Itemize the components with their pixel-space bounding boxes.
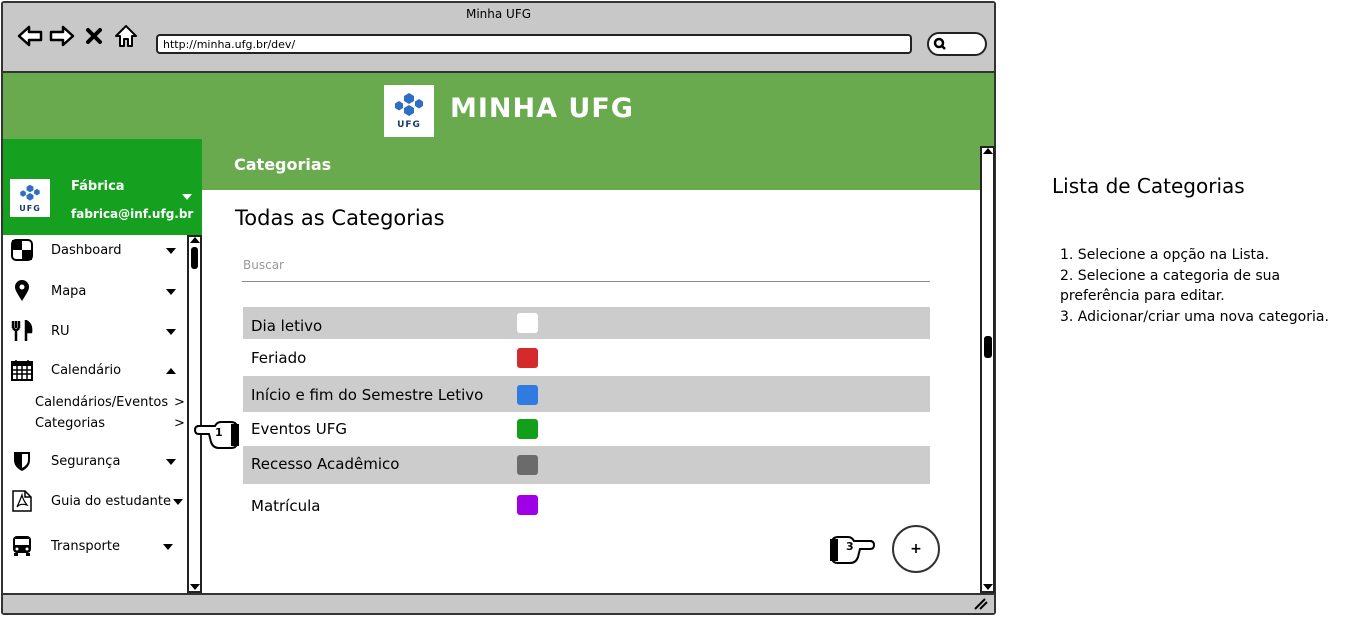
sidebar-subitem-calendarios-eventos[interactable]: Calendários/Eventos > (35, 395, 187, 415)
chevron-down-icon (166, 459, 176, 465)
pointer-hand-icon: 1 (193, 412, 243, 456)
chevron-right-icon: > (174, 395, 185, 410)
category-color-swatch (517, 348, 538, 368)
app-title: MINHA UFG (450, 93, 634, 124)
close-x-icon[interactable] (81, 23, 107, 49)
category-row[interactable]: Eventos UFG (243, 412, 930, 446)
chevron-down-icon (166, 329, 176, 335)
sidebar-item-label: Calendário (51, 363, 122, 378)
subitem-label: Calendários/Eventos (35, 395, 169, 410)
sidebar-item-ru[interactable]: RU (3, 316, 187, 346)
forward-arrow-icon[interactable] (49, 23, 75, 49)
sidebar-item-dashboard[interactable]: Dashboard (3, 235, 187, 265)
browser-status-bar (3, 593, 994, 613)
search-input[interactable] (242, 248, 930, 282)
chevron-right-icon: > (174, 416, 185, 431)
sidebar-item-label: Transporte (51, 539, 120, 554)
subitem-label: Categorias (35, 416, 106, 431)
sidebar-subitem-categorias[interactable]: Categorias > (35, 416, 187, 436)
shield-icon (11, 450, 33, 472)
app-header: UFG MINHA UFG (3, 73, 994, 146)
category-color-swatch (517, 385, 538, 405)
dashboard-icon (11, 239, 33, 261)
annotation-title: Lista de Categorias (1052, 174, 1245, 198)
map-pin-icon (11, 280, 33, 302)
step-marker-1: 1 (215, 426, 223, 439)
home-icon[interactable] (113, 23, 139, 49)
page-title: Todas as Categorias (235, 206, 445, 230)
user-profile[interactable]: UFG Fábrica fabrica@inf.ufg.br (3, 139, 202, 235)
scroll-down-icon[interactable] (983, 584, 993, 590)
category-name: Feriado (251, 349, 307, 367)
scroll-down-icon[interactable] (190, 584, 200, 590)
annotation-steps: 1. Selecione a opção na Lista. 2. Seleci… (1060, 245, 1330, 327)
chevron-down-icon (173, 499, 183, 505)
page-header-bar: Categorias (202, 146, 980, 190)
profile-email: fabrica@inf.ufg.br (71, 207, 194, 221)
sidebar-item-label: RU (51, 324, 70, 339)
scroll-up-icon[interactable] (983, 148, 993, 154)
scrollbar-thumb[interactable] (191, 247, 198, 269)
calendar-icon (11, 359, 33, 381)
category-color-swatch (517, 495, 538, 515)
logo-text: UFG (19, 203, 41, 213)
sidebar-item-seguranca[interactable]: Segurança (3, 446, 187, 476)
url-bar[interactable]: http://minha.ufg.br/dev/ (156, 34, 912, 54)
category-color-swatch (517, 313, 538, 333)
resize-grip-icon[interactable] (974, 598, 988, 610)
annotation-step: 1. Selecione a opção na Lista. (1060, 247, 1270, 263)
annotation-step: 2. Selecione a categoria de sua preferên… (1060, 267, 1281, 305)
category-row[interactable]: Matrícula (243, 484, 930, 526)
window-title: Minha UFG (465, 7, 532, 21)
add-category-button[interactable]: + (892, 525, 940, 573)
chevron-up-icon (166, 368, 176, 374)
profile-name: Fábrica (71, 179, 125, 194)
category-name: Início e fim do Semestre Letivo (251, 386, 484, 404)
sidebar-item-guia-do-estudante[interactable]: Guia do estudante (3, 486, 187, 516)
category-row[interactable]: Início e fim do Semestre Letivo (243, 376, 930, 412)
category-row[interactable]: Feriado (243, 339, 930, 376)
ufg-logo-icon (20, 184, 40, 201)
chevron-down-icon (163, 544, 173, 550)
fork-knife-icon (11, 320, 33, 342)
search-icon (933, 37, 946, 50)
main-scrollbar[interactable] (980, 146, 995, 593)
back-arrow-icon[interactable] (17, 23, 43, 49)
logo-text: UFG (397, 120, 421, 130)
category-color-swatch (517, 419, 538, 439)
category-name: Dia letivo (251, 317, 323, 335)
browser-nav (17, 23, 139, 49)
chevron-down-icon[interactable] (182, 194, 192, 200)
page-section-title: Categorias (234, 155, 332, 174)
sidebar-item-transporte[interactable]: Transporte (3, 531, 187, 561)
annotation-step: 3. Adicionar/criar uma nova categoria. (1060, 308, 1329, 325)
category-row[interactable]: Recesso Acadêmico (243, 446, 930, 484)
sidebar-item-label: Guia do estudante (51, 494, 172, 509)
chevron-down-icon (166, 289, 176, 295)
category-color-swatch (517, 455, 538, 475)
sidebar-item-label: Dashboard (51, 243, 122, 258)
category-row[interactable]: Dia letivo (243, 307, 930, 339)
pdf-icon (11, 490, 33, 512)
pointer-hand-icon: 3 (826, 527, 876, 571)
scroll-up-icon[interactable] (190, 237, 200, 243)
step-marker-3: 3 (846, 540, 854, 553)
chevron-down-icon (166, 248, 176, 254)
browser-titlebar: Minha UFG http://minha.ufg.br/dev/ (3, 3, 994, 73)
category-name: Matrícula (251, 497, 321, 515)
category-name: Recesso Acadêmico (251, 455, 400, 473)
sidebar-item-label: Segurança (51, 454, 121, 469)
ufg-logo: UFG (384, 85, 434, 137)
sidebar-item-mapa[interactable]: Mapa (3, 276, 187, 306)
browser-search[interactable] (927, 32, 987, 56)
browser-window: Minha UFG http://minha.ufg.br/dev/ UFG M… (1, 1, 996, 615)
category-name: Eventos UFG (251, 420, 347, 438)
scrollbar-thumb[interactable] (984, 336, 992, 358)
avatar: UFG (10, 179, 50, 217)
sidebar: UFG Fábrica fabrica@inf.ufg.br Dashboard… (3, 139, 202, 593)
sidebar-item-calendario[interactable]: Calendário (3, 355, 187, 385)
bus-icon (11, 535, 33, 557)
sidebar-item-label: Mapa (51, 284, 87, 299)
ufg-logo-icon (395, 93, 423, 116)
